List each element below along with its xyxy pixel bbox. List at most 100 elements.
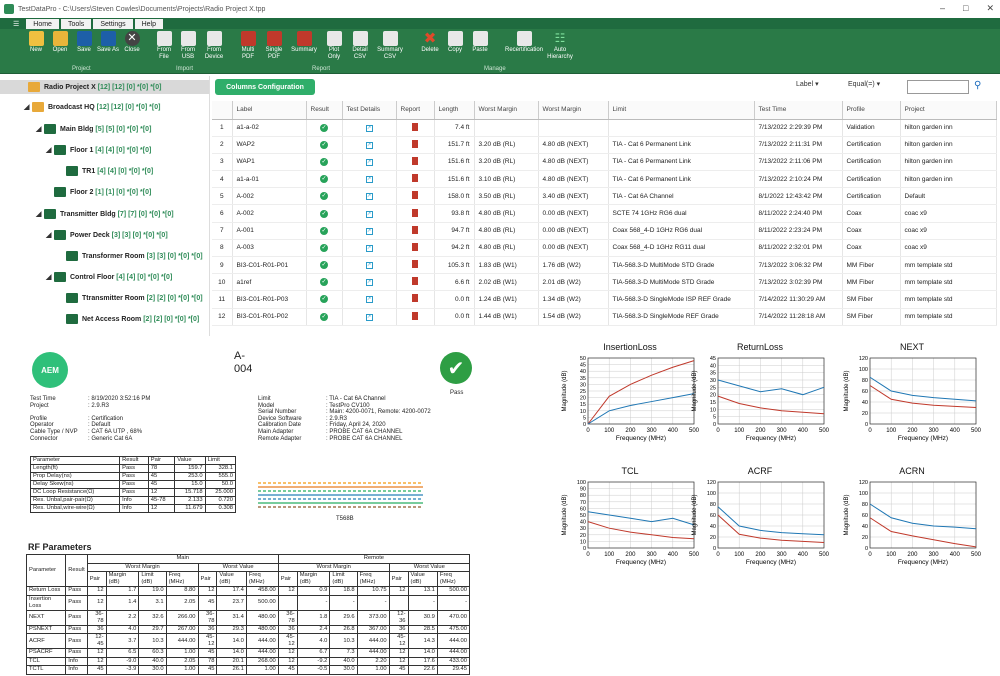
test-details-icon[interactable]: ↗ bbox=[365, 124, 373, 132]
collapse-icon[interactable]: ◢ bbox=[46, 273, 54, 281]
from-file-button[interactable]: From File bbox=[152, 31, 176, 61]
tree-item-site[interactable]: ◢ Broadcast HQ [12] [12] [0] *[0] *[0] bbox=[24, 100, 160, 114]
tab-settings[interactable]: Settings bbox=[93, 19, 133, 29]
collapse-icon[interactable]: ◢ bbox=[46, 146, 54, 154]
copy-button[interactable]: Copy bbox=[443, 31, 467, 54]
col-profile[interactable]: Profile bbox=[842, 101, 901, 120]
file-menu-icon[interactable]: ☰ bbox=[6, 19, 26, 29]
cell-report[interactable] bbox=[396, 136, 435, 154]
pdf-report-icon[interactable] bbox=[412, 156, 418, 165]
col-worst-margin-2[interactable]: Worst Margin bbox=[538, 101, 609, 120]
cell-report[interactable] bbox=[396, 187, 435, 206]
cell-report[interactable] bbox=[396, 119, 435, 137]
tree-item-floor[interactable]: ◢ Control Floor [4] [4] [0] *[0] *[0] bbox=[46, 270, 172, 284]
tree-item-room[interactable]: Transformer Room [3] [3] [0] *[0] *[0] bbox=[58, 249, 203, 263]
cell-test-details[interactable]: ↗ bbox=[342, 256, 397, 275]
col-label[interactable]: Label bbox=[232, 101, 307, 120]
cell-test-details[interactable]: ↗ bbox=[342, 222, 397, 240]
pdf-report-icon[interactable] bbox=[412, 225, 418, 234]
tab-tools[interactable]: Tools bbox=[60, 19, 92, 29]
columns-configuration-button[interactable]: Columns Configuration bbox=[215, 79, 315, 95]
table-row[interactable]: 1 a1-a-02 ✓ ↗ 7.4 ft 7/13/2022 2:29:39 PM Vali… bbox=[212, 119, 997, 137]
maximize-icon[interactable]: □ bbox=[963, 3, 968, 14]
test-details-icon[interactable]: ↗ bbox=[365, 244, 373, 252]
detail-csv-button[interactable]: Detail CSV bbox=[348, 31, 372, 61]
table-row[interactable]: 10 a1ref ✓ ↗ 6.6 ft 2.02 dB (W1) 2.01 dB (W2) T… bbox=[212, 273, 997, 292]
tree-item-project[interactable]: Radio Project X [12] [12] [0] *[0] *[0] bbox=[0, 80, 209, 94]
pdf-report-icon[interactable] bbox=[412, 174, 418, 183]
cell-report[interactable] bbox=[396, 204, 435, 223]
cell-report[interactable] bbox=[396, 170, 435, 189]
col-test-details[interactable]: Test Details bbox=[342, 101, 397, 120]
tree-item-floor[interactable]: ◢ Floor 1 [4] [4] [0] *[0] *[0] bbox=[46, 143, 151, 157]
cell-test-details[interactable]: ↗ bbox=[342, 273, 397, 292]
test-details-icon[interactable]: ↗ bbox=[365, 313, 373, 321]
close-project-button[interactable]: ✕ Close bbox=[120, 31, 144, 54]
table-row[interactable]: 11 BI3-C01-R01-P03 ✓ ↗ 0.0 ft 1.24 dB (W1) 1.3… bbox=[212, 290, 997, 309]
single-pdf-button[interactable]: Single PDF bbox=[262, 31, 286, 61]
table-row[interactable]: 9 BI3-C01-R01-P01 ✓ ↗ 105.3 ft 1.83 dB (W1) 1.… bbox=[212, 256, 997, 275]
cell-report[interactable] bbox=[396, 290, 435, 309]
table-row[interactable]: 4 a1-a-01 ✓ ↗ 151.6 ft 3.10 dB (RL) 4.80 dB (N… bbox=[212, 170, 997, 189]
pdf-report-icon[interactable] bbox=[412, 139, 418, 148]
col-result[interactable]: Result bbox=[306, 101, 343, 120]
tab-home[interactable]: Home bbox=[26, 19, 59, 29]
paste-button[interactable]: Paste bbox=[468, 31, 492, 54]
cell-test-details[interactable]: ↗ bbox=[342, 136, 397, 154]
from-device-button[interactable]: From Device bbox=[202, 31, 226, 61]
col-length[interactable]: Length bbox=[434, 101, 475, 120]
col-limit[interactable]: Limit bbox=[608, 101, 755, 120]
pdf-report-icon[interactable] bbox=[412, 242, 418, 251]
tree-item-floor[interactable]: Floor 2 [1] [1] [0] *[0] *[0] bbox=[46, 185, 151, 199]
auto-hierarchy-button[interactable]: ☷ Auto Hierarchy bbox=[546, 31, 574, 61]
test-details-icon[interactable]: ↗ bbox=[365, 141, 373, 149]
collapse-icon[interactable]: ◢ bbox=[24, 103, 32, 111]
plot-only-button[interactable]: Plot Only bbox=[322, 31, 346, 61]
test-details-icon[interactable]: ↗ bbox=[365, 176, 373, 184]
tab-help[interactable]: Help bbox=[134, 19, 164, 29]
cell-test-details[interactable]: ↗ bbox=[342, 119, 397, 137]
delete-button[interactable]: ✖ Delete bbox=[418, 31, 442, 54]
col-test-time[interactable]: Test Time bbox=[754, 101, 843, 120]
cell-test-details[interactable]: ↗ bbox=[342, 308, 397, 326]
tree-item-floor[interactable]: ◢ Power Deck [3] [3] [0] *[0] *[0] bbox=[46, 228, 168, 242]
cell-report[interactable] bbox=[396, 239, 435, 258]
table-row[interactable]: 3 WAP1 ✓ ↗ 151.6 ft 3.20 dB (RL) 4.80 dB (NEXT… bbox=[212, 153, 997, 172]
tree-item-room[interactable]: Net Access Room [2] [2] [0] *[0] *[0] bbox=[58, 312, 199, 326]
cell-test-details[interactable]: ↗ bbox=[342, 290, 397, 309]
test-details-icon[interactable]: ↗ bbox=[365, 262, 373, 270]
recertification-button[interactable]: Recertification bbox=[504, 31, 544, 54]
save-button[interactable]: Save bbox=[72, 31, 96, 54]
cell-test-details[interactable]: ↗ bbox=[342, 204, 397, 223]
table-row[interactable]: 12 BI3-C01-R01-P02 ✓ ↗ 0.0 ft 1.44 dB (W1) 1.5… bbox=[212, 308, 997, 326]
minimize-icon[interactable]: – bbox=[940, 3, 945, 14]
collapse-icon[interactable]: ◢ bbox=[46, 231, 54, 239]
cell-report[interactable] bbox=[396, 256, 435, 275]
multi-pdf-button[interactable]: Multi PDF bbox=[236, 31, 260, 61]
table-row[interactable]: 6 A-002 ✓ ↗ 93.8 ft 4.80 dB (RL) 0.00 dB (NEXT… bbox=[212, 204, 997, 223]
pdf-report-icon[interactable] bbox=[412, 294, 418, 303]
test-details-icon[interactable]: ↗ bbox=[365, 193, 373, 201]
table-row[interactable]: 5 A-002 ✓ ↗ 158.0 ft 3.50 dB (RL) 3.40 dB (NEX… bbox=[212, 187, 997, 206]
filter-operator-select[interactable]: Equal(=) ▾ bbox=[848, 80, 880, 88]
test-details-icon[interactable]: ↗ bbox=[365, 279, 373, 287]
close-window-icon[interactable]: ✕ bbox=[986, 3, 994, 14]
pdf-report-icon[interactable] bbox=[412, 277, 418, 286]
pdf-report-icon[interactable] bbox=[412, 311, 418, 320]
cell-report[interactable] bbox=[396, 222, 435, 240]
search-input[interactable] bbox=[907, 80, 969, 94]
search-icon[interactable]: ⚲ bbox=[974, 80, 981, 91]
pdf-report-icon[interactable] bbox=[412, 191, 418, 200]
open-button[interactable]: Open bbox=[48, 31, 72, 54]
cell-test-details[interactable]: ↗ bbox=[342, 187, 397, 206]
tree-item-building[interactable]: ◢ Main Bldg [5] [5] [0] *[0] *[0] bbox=[36, 122, 151, 136]
collapse-icon[interactable]: ◢ bbox=[36, 125, 44, 133]
cell-report[interactable] bbox=[396, 308, 435, 326]
cell-test-details[interactable]: ↗ bbox=[342, 239, 397, 258]
test-details-icon[interactable]: ↗ bbox=[365, 158, 373, 166]
save-as-button[interactable]: Save As bbox=[96, 31, 120, 54]
table-row[interactable]: 2 WAP2 ✓ ↗ 151.7 ft 3.20 dB (RL) 4.80 dB (NEXT… bbox=[212, 136, 997, 154]
pdf-report-icon[interactable] bbox=[412, 208, 418, 217]
from-usb-button[interactable]: From USB bbox=[176, 31, 200, 61]
summary-csv-button[interactable]: Summary CSV bbox=[377, 31, 403, 61]
